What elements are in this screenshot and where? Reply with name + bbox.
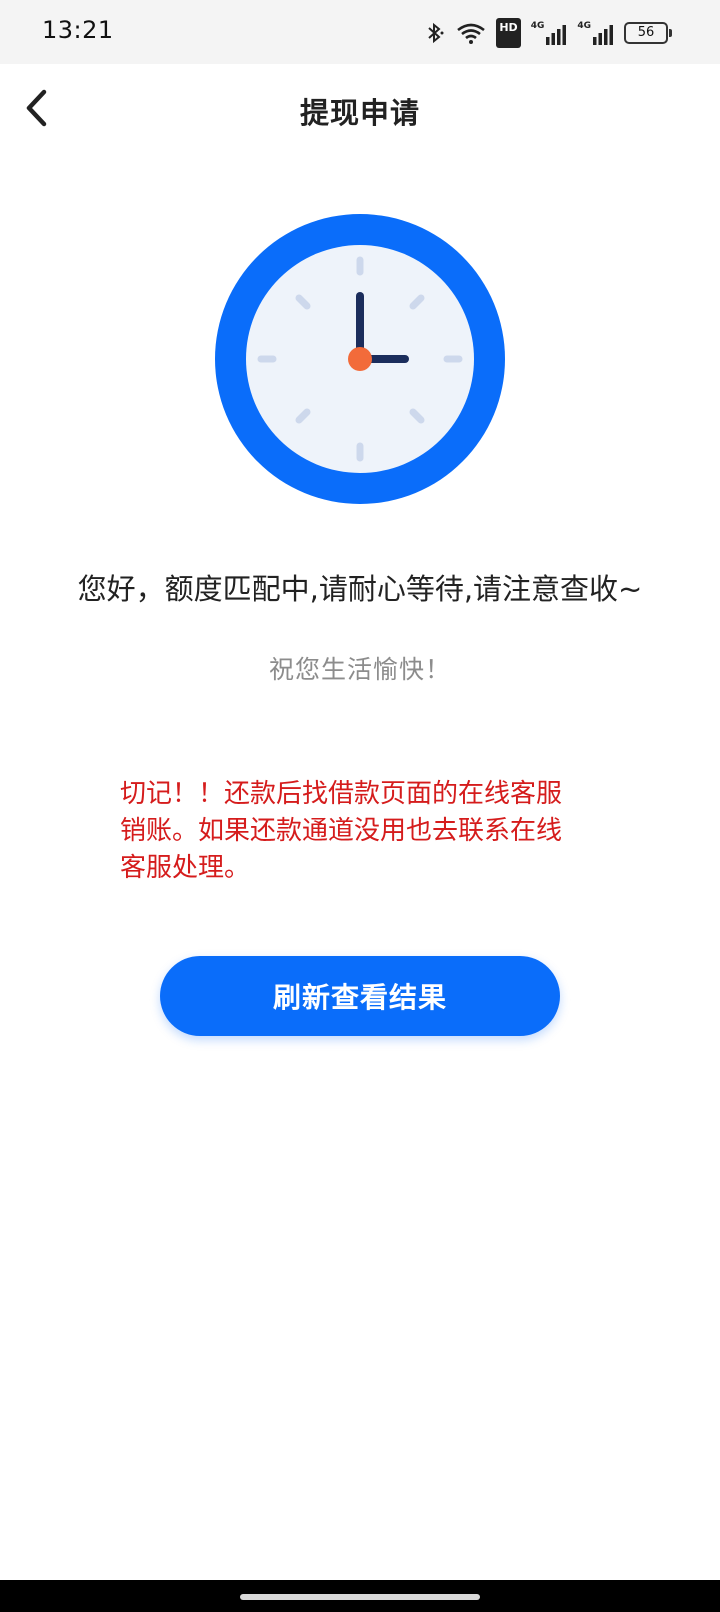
status-icons: HD 4G 4G 56	[424, 18, 672, 48]
bluetooth-icon	[428, 22, 444, 44]
page-title: 提现申请	[299, 96, 420, 130]
warning-line: 销账。如果还款通道没用也去联系在线	[120, 816, 563, 846]
refresh-result-button[interactable]: 刷新查看结果	[160, 956, 560, 1036]
clock-illustration	[215, 214, 505, 504]
battery-icon: 56	[624, 22, 672, 44]
battery-level: 56	[624, 22, 668, 44]
status-bar: 13:21 HD 4G 4G 56	[0, 0, 720, 64]
warning-line: 切记！！还款后找借款页面的在线客服	[120, 779, 563, 809]
home-indicator[interactable]	[240, 1594, 480, 1600]
status-time: 13:21	[42, 16, 114, 44]
network-type-2: 4G	[577, 21, 591, 31]
signal-bars-icon	[546, 25, 567, 45]
system-navigation-bar	[0, 1580, 720, 1612]
main-message: 您好，额度匹配中,请耐心等待,请注意查收~	[77, 572, 643, 606]
warning-message: 切记！！还款后找借款页面的在线客服 销账。如果还款通道没用也去联系在线 客服处理…	[120, 776, 610, 887]
warning-line: 客服处理。	[120, 853, 251, 883]
clock-icon	[215, 214, 505, 504]
signal-2: 4G	[577, 21, 614, 45]
signal-bars-icon	[593, 25, 613, 45]
signal-1: 4G	[531, 21, 568, 45]
wifi-icon	[457, 23, 486, 44]
hd-badge: HD	[496, 18, 521, 48]
network-type-1: 4G	[530, 21, 545, 31]
sub-message: 祝您生活愉快！	[268, 655, 451, 684]
nav-bar: 提现申请	[0, 64, 720, 154]
